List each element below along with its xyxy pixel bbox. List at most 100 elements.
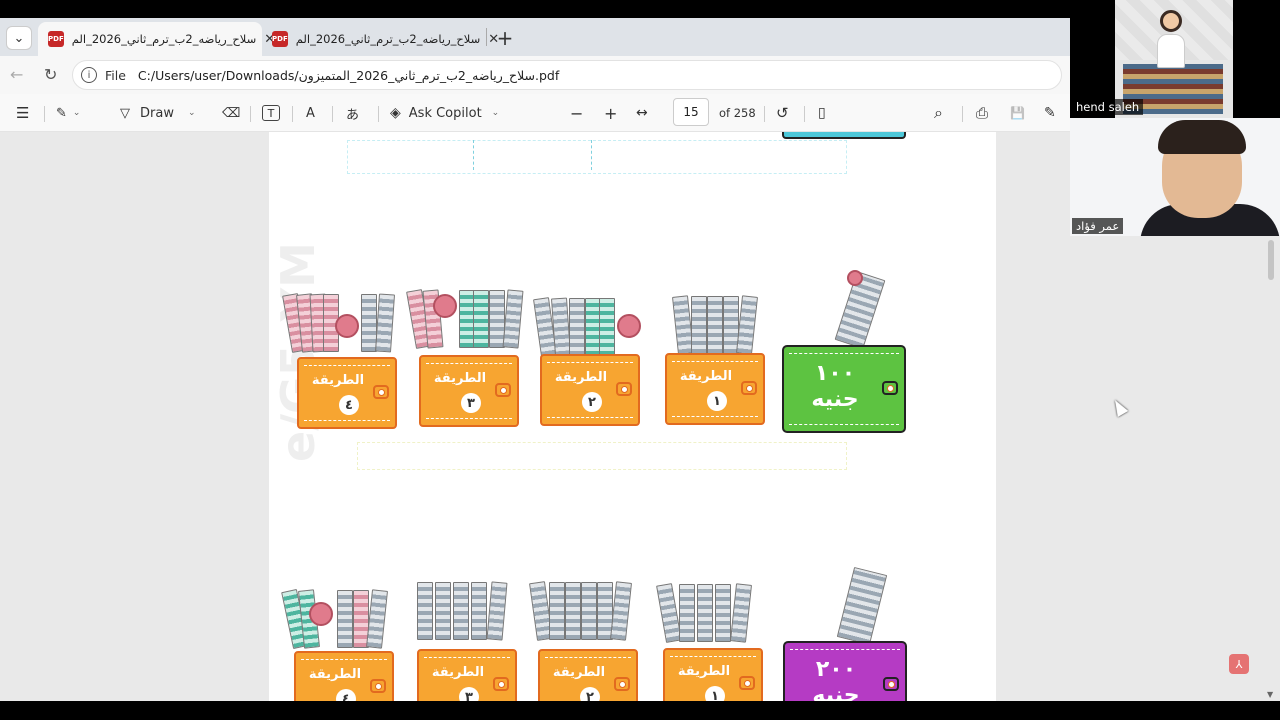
read-aloud-button[interactable]: A (306, 102, 315, 124)
tab-actions-menu-button[interactable]: ⌄ (6, 26, 32, 50)
answer-box-guide (347, 140, 847, 174)
url-text: C:/Users/user/Downloads/سلاح_رياضه_2ب_تر… (137, 67, 560, 83)
toolbar-divider (292, 106, 293, 122)
draw-button[interactable]: ▽ Draw ⌄ (120, 102, 196, 124)
add-text-button[interactable]: T (262, 105, 280, 121)
page-view-icon: ▯ (818, 105, 826, 121)
address-field[interactable]: i File C:/Users/user/Downloads/سلاح_رياض… (72, 60, 1062, 90)
money-100-note (825, 270, 895, 349)
amount-number: ٢٠٠ (815, 657, 857, 682)
translate-icon: あ (346, 107, 360, 123)
highlighter-icon: ✎ (56, 105, 67, 121)
money-pile-4-row2 (281, 588, 397, 650)
screen: { "browser": { "tab_list_icon": "⌄", "ta… (0, 0, 1280, 720)
wallet-method-2-row2: الطريقة ٢ (538, 649, 638, 701)
answer-box-guide (357, 442, 847, 470)
money-pile-2-row2 (529, 580, 649, 641)
amount-unit: جنيه (811, 387, 859, 412)
toolbar-divider (44, 106, 45, 122)
pdf-toolbar: ☰ ✎ ⌄ ▽ Draw ⌄ ⌫ T A あ ◈ Ask Copilot ⌄ − + ↔ … (0, 94, 1070, 132)
money-pile-2 (533, 296, 649, 357)
toolbar-divider (804, 106, 805, 122)
highlight-button[interactable]: ✎ ⌄ (56, 102, 80, 124)
zoom-in-button[interactable]: + (604, 102, 617, 124)
toolbar-divider (332, 106, 333, 122)
participant-name: عمر فؤاد (1072, 218, 1124, 234)
info-icon[interactable]: i (81, 67, 97, 83)
screen-bottom-bar (0, 701, 1280, 720)
address-bar-row: ← ↻ i File C:/Users/user/Downloads/سلاح_… (0, 56, 1070, 94)
chevron-down-icon: ⌄ (13, 30, 25, 46)
video-call-panel: hend saleh عمر فؤاد (1070, 0, 1280, 236)
toolbar-divider (250, 106, 251, 122)
money-pile-1-row2 (656, 582, 771, 643)
participant-name: hend saleh (1072, 99, 1144, 115)
wallet-method-2: الطريقة ٢ (540, 354, 640, 426)
print-icon: ⎙ (976, 104, 989, 122)
save-icon: 💾 (1010, 106, 1025, 120)
money-pile-4 (282, 292, 397, 353)
draw-label: Draw (140, 105, 174, 121)
wallet-method-4: الطريقة ٤ (297, 357, 397, 429)
fit-width-icon: ↔ (636, 105, 648, 121)
tab-divider (486, 28, 487, 46)
money-pile-3 (406, 288, 524, 349)
new-tab-button[interactable]: + (492, 26, 518, 50)
acrobat-icon[interactable]: ⅄ (1229, 654, 1249, 674)
wallet-200-pounds: ٢٠٠ جنيه (783, 641, 907, 701)
pdf-icon: PDF (272, 31, 288, 47)
wallet-100-pounds: ١٠٠ جنيه (782, 345, 906, 433)
translate-button[interactable]: あ (346, 102, 359, 124)
chevron-down-icon: ⌄ (491, 108, 500, 118)
refresh-button[interactable]: ↻ (44, 65, 57, 84)
eraser-icon: ⌫ (222, 105, 241, 121)
rotate-button[interactable]: ↺ (776, 102, 789, 124)
money-pile-3-row2 (417, 580, 517, 641)
search-icon: ⌕ (934, 103, 943, 122)
zoom-out-button[interactable]: − (570, 102, 583, 124)
ask-copilot-button[interactable]: ◈ Ask Copilot ⌄ (390, 102, 499, 124)
vertical-scrollbar[interactable]: ▼ (1262, 236, 1280, 701)
pen-icon: ▽ (120, 105, 130, 121)
find-button[interactable]: ⌕ (934, 102, 943, 124)
fit-page-button[interactable]: ↔ (636, 102, 648, 124)
back-button[interactable]: ← (10, 65, 23, 84)
scroll-down-arrow-icon[interactable]: ▼ (1267, 690, 1273, 699)
save-as-button[interactable]: ✎ (1044, 102, 1056, 124)
save-as-icon: ✎ (1044, 105, 1056, 121)
page-view-button[interactable]: ▯ (818, 102, 826, 124)
wallet-method-3: الطريقة ٣ (419, 355, 519, 427)
print-button[interactable]: ⎙ (976, 102, 988, 124)
page-number-input[interactable]: 15 (673, 98, 709, 126)
read-aloud-icon: A (306, 105, 315, 121)
money-pile-1 (672, 294, 767, 355)
amount-unit: جنيه (812, 683, 860, 701)
tab-title: سلاح_رياضه_2ب_ترم_ثاني_2026_الم (71, 32, 257, 46)
wallet-method-3-row2: الطريقة ٣ (417, 649, 517, 701)
tab-strip: ⌄ PDF سلاح_رياضه_2ب_ترم_ثاني_2026_الم ✕ … (0, 18, 1070, 56)
text-icon: T (267, 106, 275, 120)
plus-icon: + (496, 26, 514, 50)
copilot-icon: ◈ (390, 105, 401, 121)
contents-button[interactable]: ☰ (16, 102, 29, 124)
wallet-method-1-row2: الطريقة ١ (663, 648, 763, 701)
pdf-icon: PDF (48, 31, 64, 47)
copilot-label: Ask Copilot (408, 105, 482, 121)
rotate-icon: ↺ (776, 104, 789, 122)
scrollbar-thumb[interactable] (1268, 240, 1274, 280)
guide-line (591, 140, 592, 170)
pdf-page: e/G5_YM الطريقة ٤ الطريقة ٣ الطريقة ٢ الطري… (269, 132, 996, 701)
save-button[interactable]: 💾 (1010, 102, 1025, 124)
erase-button[interactable]: ⌫ (222, 102, 240, 124)
toolbar-divider (378, 106, 379, 122)
plus-icon: + (604, 103, 618, 123)
tab-pdf[interactable]: PDF سلاح_رياضه_2ب_ترم_ثاني_2026_الم ✕ (262, 22, 499, 56)
tab-title: سلاح_رياضه_2ب_ترم_ثاني_2026_الم (295, 32, 481, 46)
amount-number: ١٠٠ (814, 361, 856, 386)
file-scheme-label: File (105, 67, 126, 83)
guide-line (473, 140, 474, 170)
wallet-top-prev (782, 132, 906, 139)
toolbar-divider (764, 106, 765, 122)
tab-pdf-active[interactable]: PDF سلاح_رياضه_2ب_ترم_ثاني_2026_الم ✕ (38, 22, 275, 56)
page-count: of 258 (719, 106, 756, 120)
